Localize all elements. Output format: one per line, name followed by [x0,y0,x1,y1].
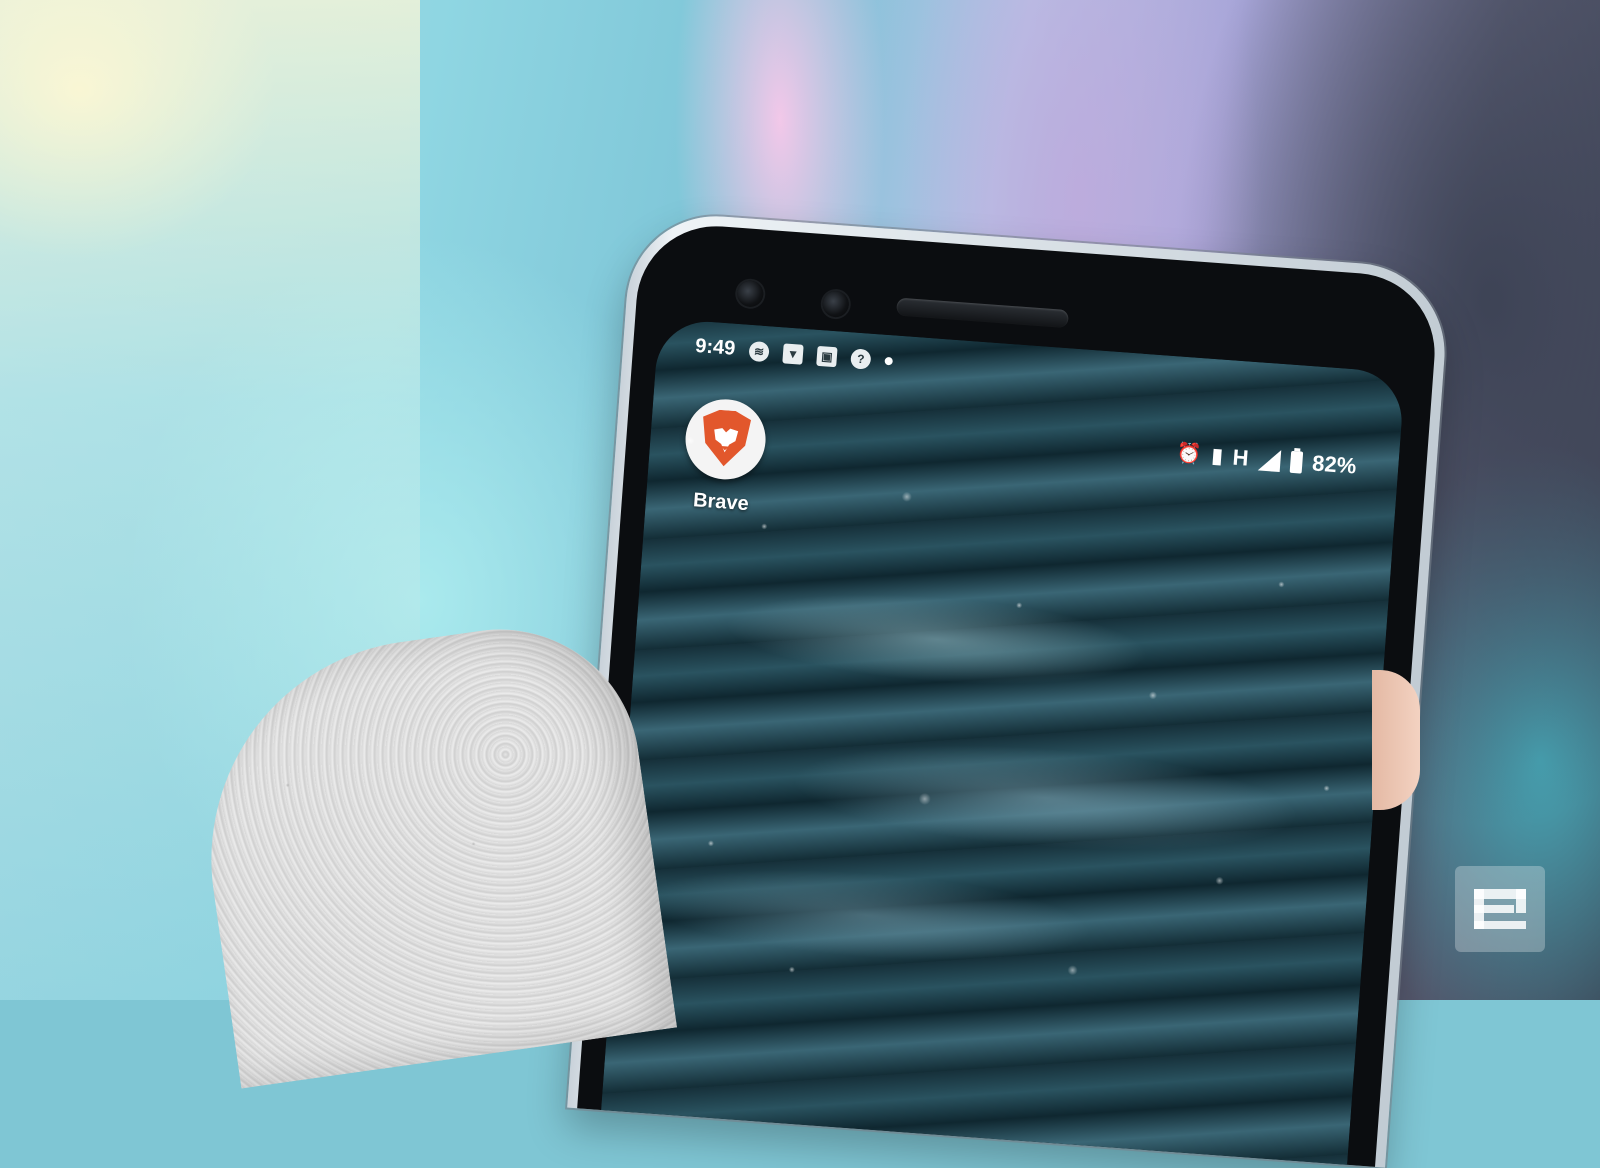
smartphone: 9:49 ≋ ▼ ▣ ? ⏰ ▮ H 82% Brave [567,209,1451,1168]
battery-icon [1289,450,1304,474]
battery-percent: 82% [1311,450,1358,479]
phone-bezel: 9:49 ≋ ▼ ▣ ? ⏰ ▮ H 82% Brave [577,220,1441,1167]
earpiece-speaker [896,297,1069,329]
brave-lion-icon [682,396,769,483]
network-type: H [1231,444,1250,471]
status-time: 9:49 [694,334,737,360]
engadget-logo-icon [1455,866,1545,952]
hand-finger [1372,670,1420,810]
app-shortcut-brave[interactable]: Brave [675,396,773,517]
front-camera-icon [821,290,850,318]
front-camera-icon [736,279,765,308]
status-bar-right: ⏰ ▮ H 82% [1176,440,1357,479]
vibrate-icon: ▮ [1210,445,1224,468]
wifi-question-icon: ? [850,347,872,370]
spotify-icon: ≋ [748,340,770,362]
app-label: Brave [692,489,750,516]
signal-icon [1257,448,1282,473]
screenshot-icon: ▣ [816,345,838,367]
brave-icon: ▼ [782,342,804,365]
status-bar-left: 9:49 ≋ ▼ ▣ ? [694,334,894,372]
phone-screen: 9:49 ≋ ▼ ▣ ? ⏰ ▮ H 82% Brave [601,318,1406,1165]
notification-dot-icon [884,356,894,365]
alarm-icon: ⏰ [1176,442,1203,467]
